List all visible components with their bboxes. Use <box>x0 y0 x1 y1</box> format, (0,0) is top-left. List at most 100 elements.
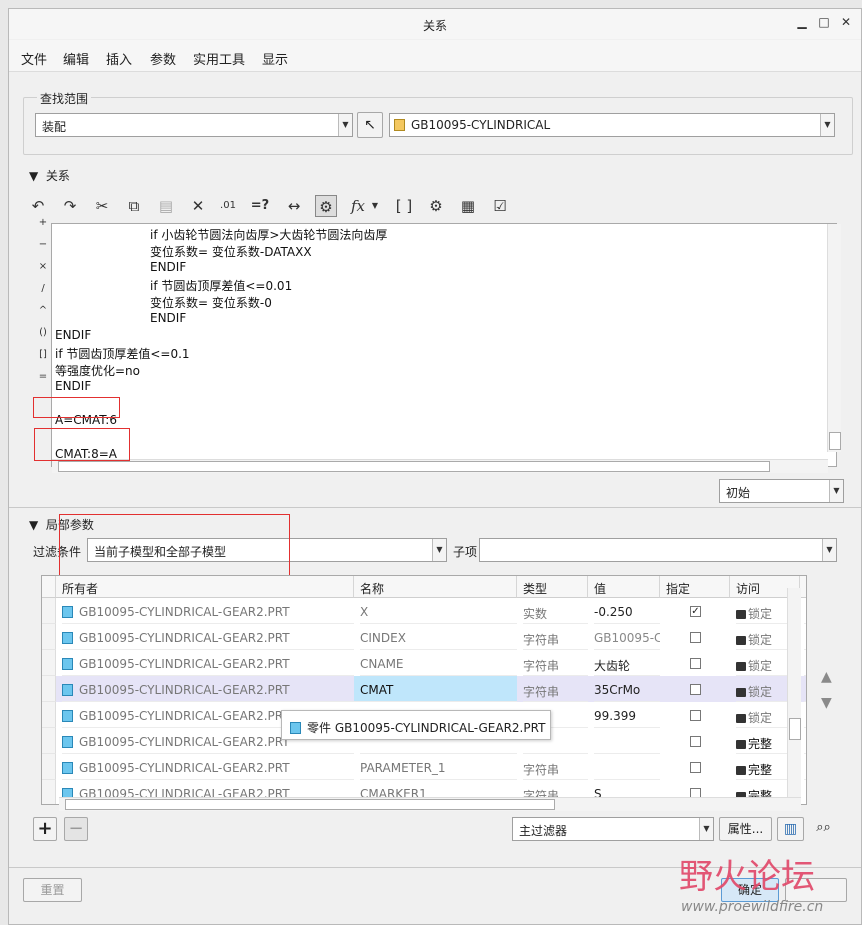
value-cell[interactable]: 35CrMo <box>594 676 660 702</box>
menu-edit[interactable]: 编辑 <box>63 49 89 68</box>
source-cell[interactable] <box>804 624 806 650</box>
reset-button[interactable]: 重置 <box>23 878 82 902</box>
relations-section-header[interactable]: ▼ 关系 <box>29 167 70 184</box>
select-pointer-button[interactable]: ↖ <box>357 112 383 138</box>
designate-checkbox[interactable]: ✓ <box>690 606 701 617</box>
cut-icon[interactable]: ✂ <box>91 195 113 217</box>
designate-checkbox[interactable] <box>690 632 701 643</box>
operator-divide[interactable]: / <box>37 283 49 294</box>
value-cell[interactable] <box>594 728 660 754</box>
col-name[interactable]: 名称 <box>354 576 517 598</box>
relations-editor[interactable]: if 小齿轮节圆法向齿厚>大齿轮节圆法向齿厚 变位系数= 变位系数-DATAXX… <box>51 223 837 467</box>
menu-file[interactable]: 文件 <box>21 49 47 68</box>
designate-checkbox[interactable] <box>690 658 701 669</box>
col-value[interactable]: 值 <box>588 576 660 598</box>
type-cell[interactable]: 实数 <box>523 598 588 624</box>
scroll-thumb[interactable] <box>789 718 801 740</box>
add-parameter-button[interactable]: + <box>33 817 57 841</box>
designate-checkbox[interactable] <box>690 710 701 721</box>
row-header[interactable] <box>42 754 56 780</box>
type-cell[interactable]: 字符串 <box>523 624 588 650</box>
brackets-icon[interactable]: [ ] <box>393 195 415 217</box>
name-cell[interactable]: PARAMETER_1 <box>360 754 517 780</box>
col-owner[interactable]: 所有者 <box>56 576 354 598</box>
value-cell[interactable] <box>594 754 660 780</box>
operator-plus[interactable]: + <box>37 217 49 228</box>
redo-icon[interactable]: ↷ <box>59 195 81 217</box>
delete-icon[interactable]: ✕ <box>187 195 209 217</box>
row-header[interactable] <box>42 728 56 754</box>
source-cell[interactable] <box>804 702 806 728</box>
maximize-icon[interactable]: □ <box>817 15 831 29</box>
designate-checkbox[interactable] <box>690 762 701 773</box>
menu-display[interactable]: 显示 <box>262 49 288 68</box>
table-icon[interactable]: ▦ <box>457 195 479 217</box>
paste-icon[interactable]: ▤ <box>155 195 177 217</box>
menu-insert[interactable]: 插入 <box>106 49 132 68</box>
row-header[interactable] <box>42 598 56 624</box>
value-cell[interactable]: GB10095-C <box>594 624 660 650</box>
value-cell[interactable]: -0.250 <box>594 598 660 624</box>
table-horizontal-scrollbar[interactable] <box>59 797 801 811</box>
name-cell[interactable]: X <box>360 598 517 624</box>
operator-equals[interactable]: = <box>37 371 49 382</box>
designate-checkbox[interactable] <box>690 684 701 695</box>
operator-times[interactable]: × <box>37 261 49 272</box>
owner-cell[interactable]: GB10095-CYLINDRICAL-GEAR2.PRT <box>62 650 354 676</box>
copy-icon[interactable]: ⧉ <box>123 195 145 217</box>
name-cell[interactable]: CMAT <box>354 676 517 702</box>
model-select[interactable]: GB10095-CYLINDRICAL ▼ <box>389 113 835 137</box>
source-cell[interactable] <box>804 728 806 754</box>
source-cell[interactable] <box>804 754 806 780</box>
col-designate[interactable]: 指定 <box>660 576 730 598</box>
numbers-icon[interactable]: .01 <box>217 195 239 217</box>
verify-icon[interactable]: ⚙ <box>315 195 337 217</box>
check-icon[interactable]: ☑ <box>489 195 511 217</box>
minimize-icon[interactable]: ▁ <box>795 15 809 29</box>
source-cell[interactable] <box>804 780 806 804</box>
scope-select[interactable]: 装配 ▼ <box>35 113 353 137</box>
remove-parameter-button[interactable]: − <box>64 817 88 841</box>
source-cell[interactable] <box>804 650 806 676</box>
editor-vertical-scrollbar[interactable] <box>827 224 841 452</box>
close-icon[interactable]: ✕ <box>839 15 853 29</box>
editor-horizontal-scrollbar[interactable] <box>52 459 828 473</box>
menu-params[interactable]: 参数 <box>150 49 176 68</box>
source-cell[interactable] <box>804 676 806 702</box>
name-cell[interactable]: CINDEX <box>360 624 517 650</box>
scroll-thumb[interactable] <box>58 461 770 472</box>
designate-checkbox[interactable] <box>690 736 701 747</box>
type-cell[interactable]: 字符串 <box>523 676 588 702</box>
table-vertical-scrollbar[interactable] <box>787 588 801 802</box>
operator-power[interactable]: ^ <box>37 305 49 316</box>
value-cell[interactable]: 99.399 <box>594 702 660 728</box>
scroll-thumb[interactable] <box>829 432 841 450</box>
type-cell[interactable]: 字符串 <box>523 754 588 780</box>
chevron-down-icon[interactable]: ▼ <box>369 195 381 217</box>
evaluation-mode-select[interactable]: 初始 ▼ <box>719 479 844 503</box>
menu-utilities[interactable]: 实用工具 <box>193 49 245 68</box>
col-type[interactable]: 类型 <box>517 576 588 598</box>
move-down-icon[interactable]: ▼ <box>821 695 832 711</box>
owner-cell[interactable]: GB10095-CYLINDRICAL-GEAR2.PRT <box>62 598 354 624</box>
function-icon[interactable]: fx <box>347 195 369 217</box>
subitem-select[interactable]: ▼ <box>479 538 837 562</box>
properties-button[interactable]: 属性... <box>719 817 772 841</box>
row-header[interactable] <box>42 780 56 804</box>
value-cell[interactable]: 大齿轮 <box>594 650 660 676</box>
name-cell[interactable]: CNAME <box>360 650 517 676</box>
operator-paren[interactable]: () <box>37 327 49 338</box>
type-cell[interactable]: 字符串 <box>523 650 588 676</box>
row-header[interactable] <box>42 676 56 702</box>
owner-cell[interactable]: GB10095-CYLINDRICAL-GEAR2.PRT <box>62 624 354 650</box>
evaluate-icon[interactable]: =? <box>249 195 271 217</box>
settings-icon[interactable]: ⚙ <box>425 195 447 217</box>
undo-icon[interactable]: ↶ <box>27 195 49 217</box>
dimension-icon[interactable]: ↔ <box>283 195 305 217</box>
row-header[interactable] <box>42 650 56 676</box>
operator-minus[interactable]: − <box>37 239 49 250</box>
main-filter-select[interactable]: 主过滤器 ▼ <box>512 817 714 841</box>
row-header[interactable] <box>42 702 56 728</box>
scroll-thumb[interactable] <box>65 799 555 810</box>
find-button[interactable]: ⌕⌕ <box>810 817 837 841</box>
